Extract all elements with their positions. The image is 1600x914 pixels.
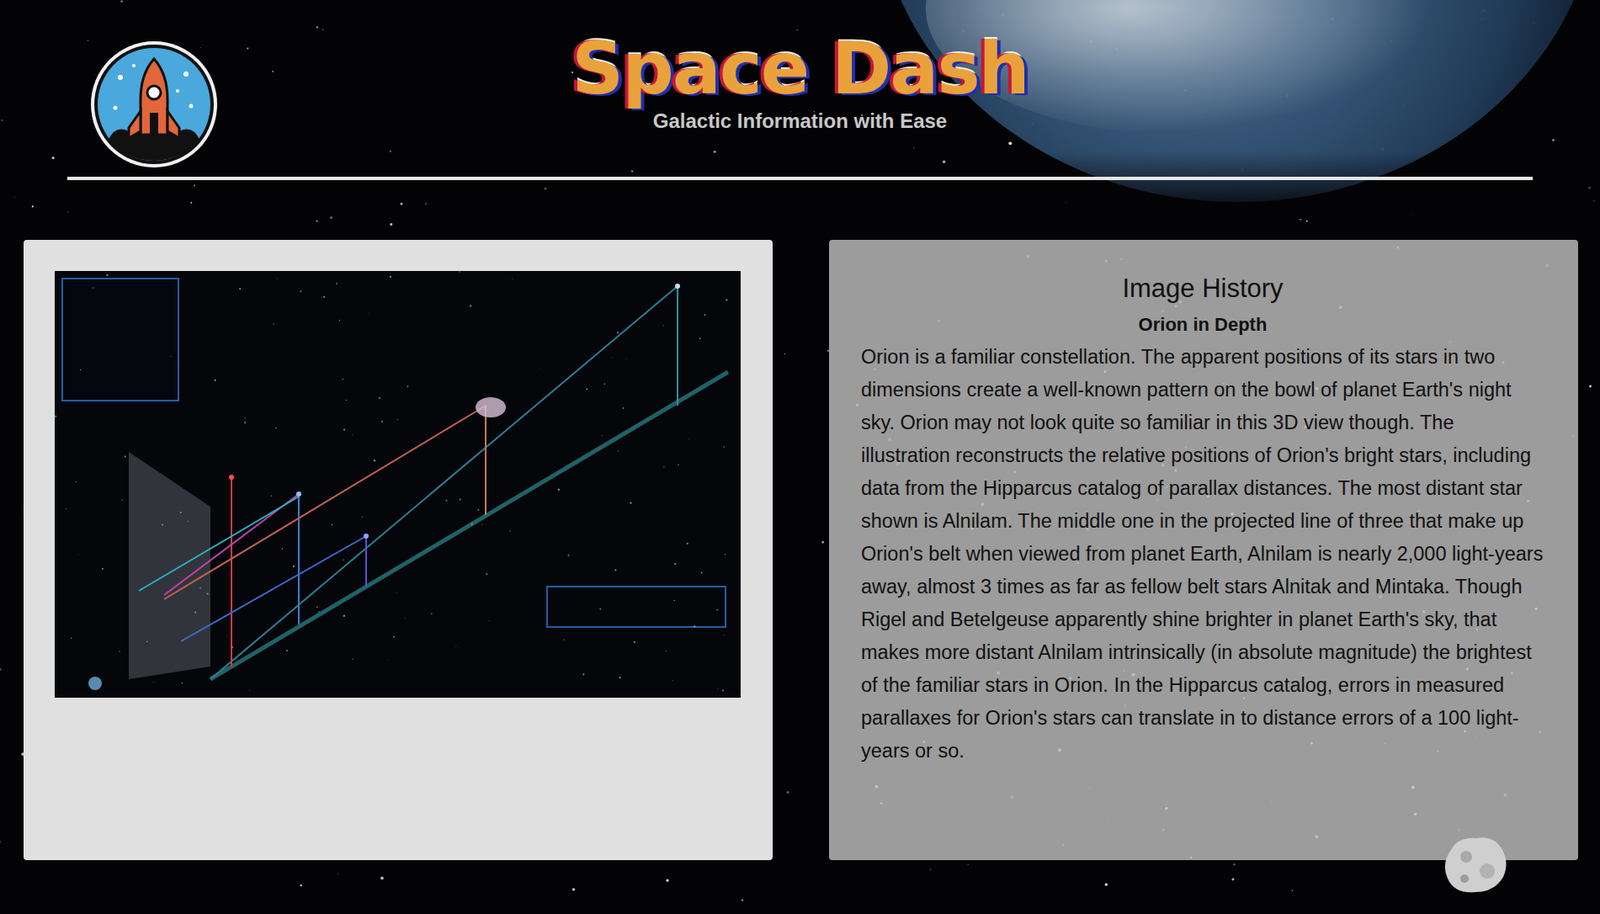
section-heading: Image History — [861, 271, 1545, 306]
site-title: Space Dash — [571, 30, 1029, 107]
article-subheading: Orion in Depth — [861, 313, 1545, 336]
site-header: Space DashGalactic Information with Ease — [0, 0, 1600, 181]
title-block: Space DashGalactic Information with Ease — [571, 0, 1029, 133]
rocket-logo-icon[interactable] — [90, 40, 218, 169]
image-history-panel: Image History Orion in Depth Orion is a fa… — [829, 239, 1579, 861]
header-row: Space DashGalactic Information with Ease — [67, 0, 1533, 181]
image-panel — [23, 239, 773, 861]
article-body: Orion is a familiar constellation. The a… — [861, 340, 1545, 768]
content-area: Image History Orion in Depth Orion is a fa… — [0, 180, 1600, 861]
orion-illustration — [54, 271, 741, 698]
site-subtitle: Galactic Information with Ease — [571, 109, 1029, 133]
asteroid-icon — [1440, 833, 1510, 896]
